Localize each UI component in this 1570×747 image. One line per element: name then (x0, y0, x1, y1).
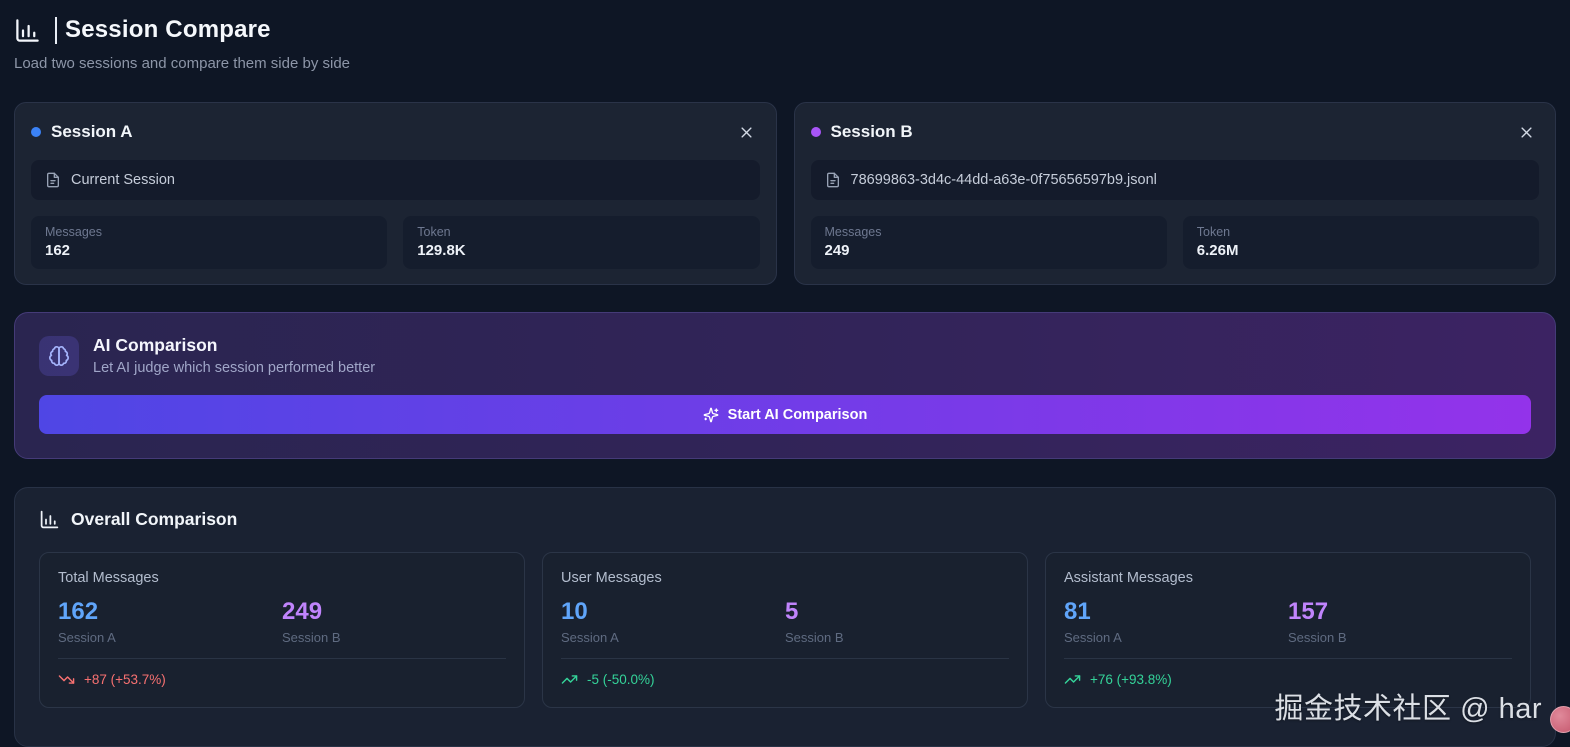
session-a-value: 81 (1064, 598, 1091, 625)
token-label: Token (417, 225, 451, 239)
session-a-close-button[interactable] (734, 119, 760, 145)
session-b-header: Session B (810, 119, 1540, 145)
session-b-column: 5 Session B (785, 598, 1009, 646)
session-b-value: 5 (785, 598, 799, 625)
start-ai-comparison-label: Start AI Comparison (727, 406, 868, 423)
overall-comparison-card: Overall Comparison Total Messages 162 Se… (14, 487, 1556, 747)
trend-indicator: +87 (+53.7%) (58, 671, 506, 688)
session-b-file-selector[interactable]: 78699863-3d4c-44dd-a63e-0f75656597b9.jso… (810, 160, 1539, 200)
session-a-stats: Messages 162 Token 129.8K (31, 216, 760, 269)
session-a-label: Session A (1064, 630, 1122, 646)
session-b-messages-stat: Messages 249 (810, 216, 1167, 269)
brain-icon-badge (39, 335, 79, 376)
stat-values: 10 Session A 5 Session B (561, 598, 1009, 646)
overall-comparison-title: Overall Comparison (71, 509, 238, 529)
close-icon (1520, 126, 1532, 138)
user-messages-card: User Messages 10 Session A 5 Session B -… (542, 552, 1028, 708)
stat-card-title: User Messages (561, 570, 662, 586)
overall-stats-grid: Total Messages 162 Session A 249 Session… (39, 552, 1531, 708)
stat-card-title: Assistant Messages (1064, 570, 1193, 586)
file-text-icon (47, 172, 59, 188)
page-subtitle: Load two sessions and compare them side … (14, 55, 351, 72)
start-ai-comparison-button[interactable]: Start AI Comparison (39, 395, 1531, 434)
messages-value: 249 (824, 242, 850, 259)
session-cards-row: Session A Current Session Messages 162 T… (14, 102, 1556, 285)
file-text-icon (826, 172, 839, 188)
token-label: Token (1196, 225, 1231, 239)
session-a-column: 162 Session A (58, 598, 282, 646)
stat-card-title: Total Messages (58, 570, 159, 586)
assistant-messages-card: Assistant Messages 81 Session A 157 Sess… (1045, 552, 1531, 708)
page-title: Session Compare (65, 16, 271, 43)
session-a-header: Session A (31, 119, 760, 145)
session-b-column: 157 Session B (1288, 598, 1512, 646)
session-b-close-button[interactable] (1513, 119, 1539, 145)
session-b-token-stat: Token 6.26M (1182, 216, 1539, 269)
session-b-dot (810, 127, 821, 137)
session-a-value: 162 (58, 598, 99, 625)
session-a-column: 81 Session A (1064, 598, 1288, 646)
session-a-card: Session A Current Session Messages 162 T… (14, 102, 777, 285)
total-messages-card: Total Messages 162 Session A 249 Session… (39, 552, 525, 708)
page-header: Session Compare (14, 16, 1556, 44)
bar-chart-icon (16, 18, 39, 42)
overall-comparison-header: Overall Comparison (39, 509, 1531, 530)
session-b-label: Session B (1288, 630, 1347, 646)
session-a-value: 10 (561, 598, 588, 625)
trending-down-icon (58, 675, 75, 685)
watermark-badge-icon (1550, 706, 1570, 733)
close-icon (741, 126, 752, 138)
divider (561, 658, 1009, 660)
session-b-stats: Messages 249 Token 6.26M (810, 216, 1539, 269)
trend-text: +87 (+53.7%) (84, 672, 166, 688)
trend-indicator: -5 (-50.0%) (561, 671, 1009, 688)
messages-value: 162 (45, 242, 71, 259)
session-b-label: Session B (282, 630, 341, 646)
session-b-value: 157 (1288, 598, 1329, 625)
messages-label: Messages (45, 225, 102, 239)
trend-text: -5 (-50.0%) (587, 672, 655, 688)
ai-comparison-subtitle: Let AI judge which session performed bet… (93, 360, 376, 376)
divider (1064, 658, 1512, 660)
trend-text: +76 (+93.8%) (1090, 672, 1172, 688)
trend-indicator: +76 (+93.8%) (1064, 671, 1512, 688)
session-b-title: Session B (830, 122, 913, 141)
session-a-file-name: Current Session (71, 172, 175, 188)
session-a-column: 10 Session A (561, 598, 785, 646)
messages-label: Messages (824, 225, 882, 239)
divider (58, 658, 506, 660)
session-a-file-selector[interactable]: Current Session (31, 160, 760, 200)
ai-comparison-card: AI Comparison Let AI judge which session… (14, 312, 1556, 459)
session-b-value: 249 (282, 598, 323, 625)
session-a-messages-stat: Messages 162 (31, 216, 388, 269)
ai-comparison-header: AI Comparison Let AI judge which session… (39, 335, 1531, 376)
sparkles-icon (703, 407, 719, 422)
trending-up-icon (561, 675, 578, 685)
session-b-file-name: 78699863-3d4c-44dd-a63e-0f75656597b9.jso… (850, 172, 1157, 188)
trending-up-icon (1064, 675, 1081, 685)
session-a-label: Session A (561, 630, 619, 646)
bar-chart-icon (40, 510, 59, 529)
stat-values: 162 Session A 249 Session B (58, 598, 506, 646)
session-a-label: Session A (58, 630, 116, 646)
session-b-column: 249 Session B (282, 598, 506, 646)
ai-comparison-title: AI Comparison (93, 335, 218, 355)
token-value: 129.8K (417, 242, 466, 259)
stat-values: 81 Session A 157 Session B (1064, 598, 1512, 646)
session-compare-page: Session Compare Load two sessions and co… (0, 0, 1570, 747)
session-a-dot (31, 127, 41, 137)
text-cursor (55, 16, 57, 44)
brain-icon (49, 345, 69, 366)
session-a-title: Session A (51, 122, 133, 141)
session-b-label: Session B (785, 630, 844, 646)
ai-comparison-text: AI Comparison Let AI judge which session… (93, 335, 375, 376)
token-value: 6.26M (1196, 242, 1239, 259)
session-b-card: Session B 78699863-3d4c-44dd-a63e-0f7565… (793, 102, 1556, 285)
session-a-token-stat: Token 129.8K (403, 216, 760, 269)
